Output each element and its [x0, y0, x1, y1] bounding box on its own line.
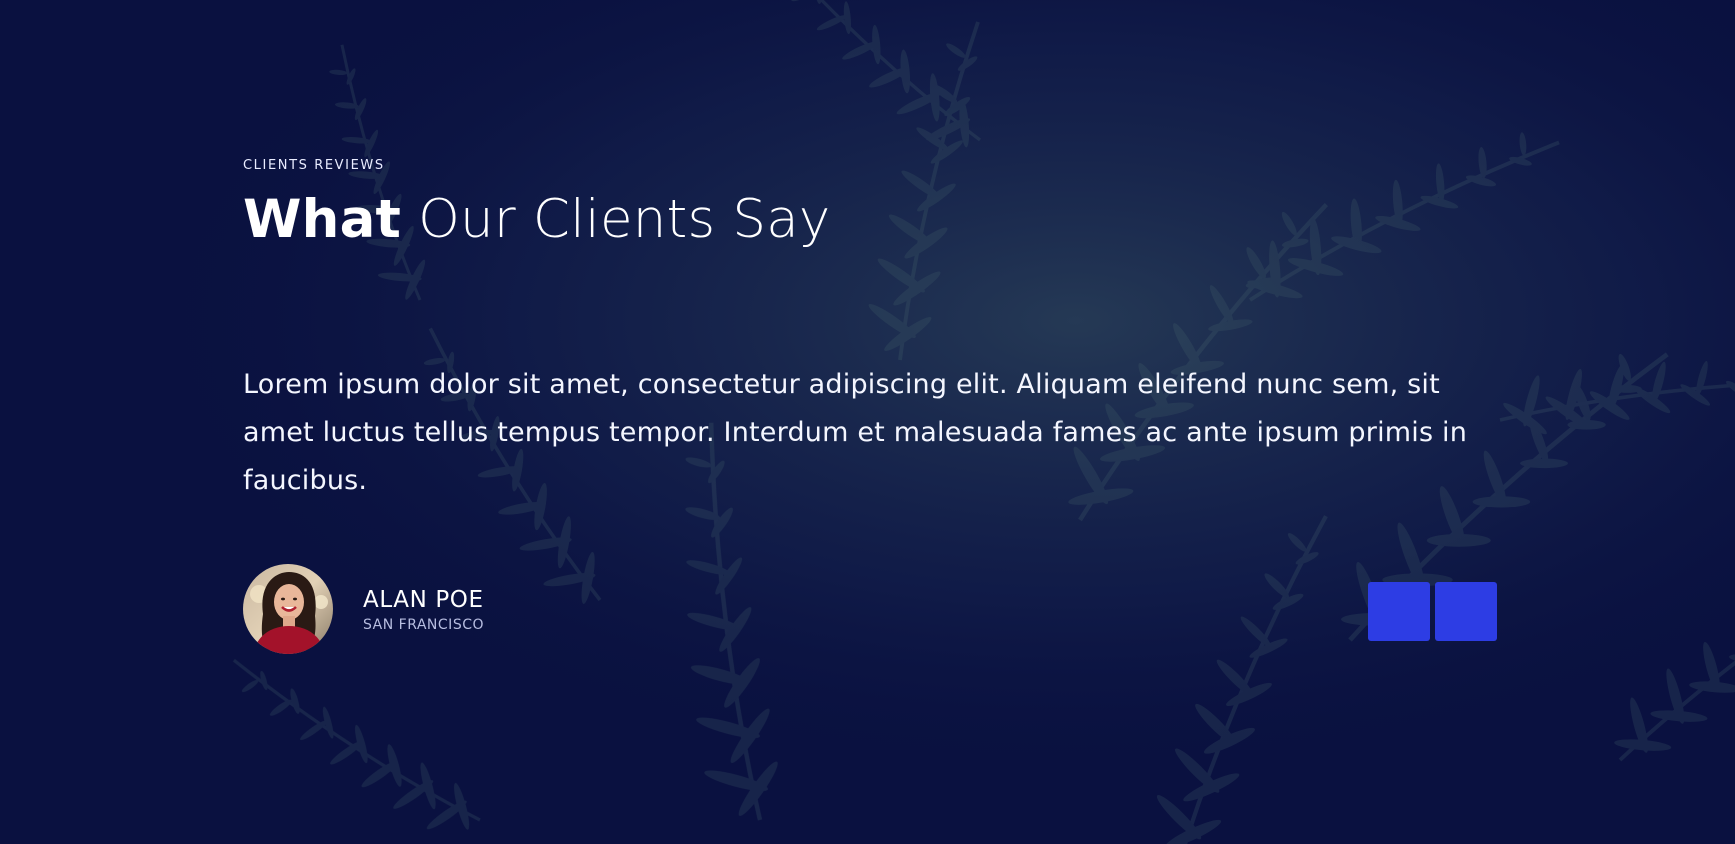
- testimonial-content: CLIENTS REVIEWS What Our Clients Say Lor…: [243, 0, 1497, 844]
- client-avatar: [243, 564, 333, 654]
- author-name: ALAN POE: [363, 587, 484, 613]
- carousel-nav: [1368, 582, 1497, 641]
- testimonial-author: ALAN POE SAN FRANCISCO: [243, 564, 484, 654]
- testimonial-quote: Lorem ipsum dolor sit amet, consectetur …: [243, 369, 1468, 496]
- next-button[interactable]: [1435, 582, 1497, 641]
- section-heading-rest: Our Clients Say: [401, 189, 831, 250]
- author-city: SAN FRANCISCO: [363, 617, 484, 633]
- previous-button[interactable]: [1368, 582, 1430, 641]
- section-eyebrow: CLIENTS REVIEWS: [243, 158, 385, 173]
- client-portrait-icon: [243, 564, 333, 654]
- section-heading-strong: What: [243, 189, 402, 250]
- author-meta: ALAN POE SAN FRANCISCO: [363, 586, 484, 634]
- section-heading: What Our Clients Say: [243, 188, 830, 252]
- testimonial-section: CLIENTS REVIEWS What Our Clients Say Lor…: [0, 0, 1735, 844]
